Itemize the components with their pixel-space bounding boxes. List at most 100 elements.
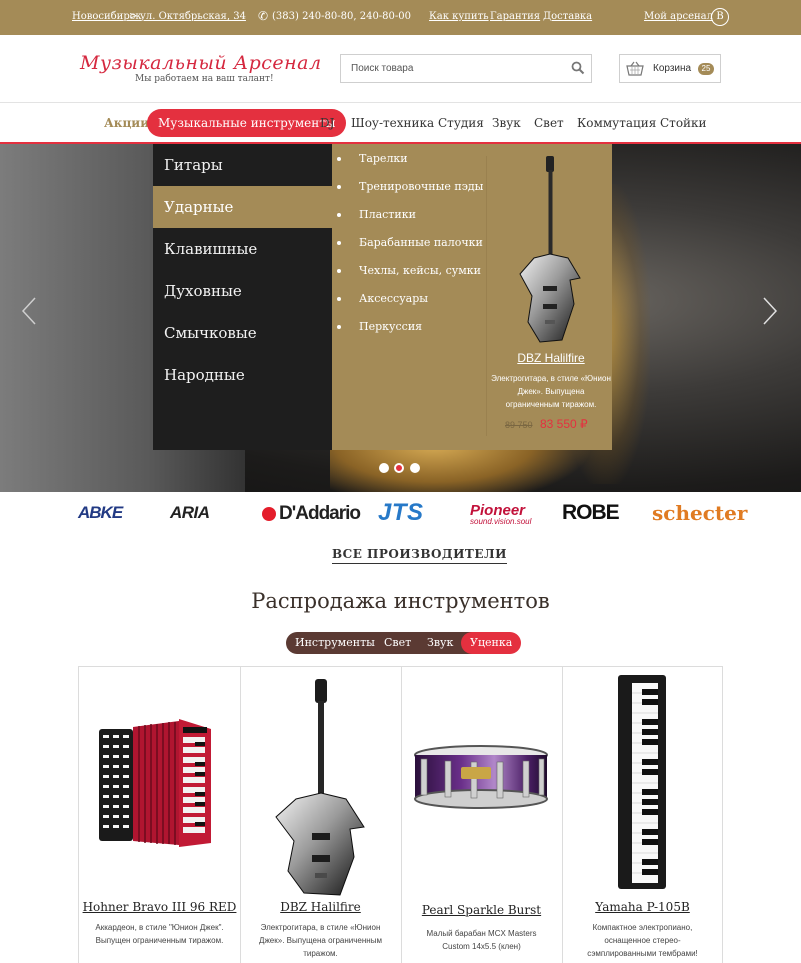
category-drums[interactable]: Ударные (153, 186, 332, 228)
brand-logo-jts[interactable]: JTS (378, 499, 424, 527)
bullet-icon (337, 269, 341, 273)
cart-button[interactable]: Корзина 25 (619, 54, 721, 83)
bullet-icon (337, 297, 341, 301)
subcategory-item[interactable]: Барабанные палочки (337, 236, 483, 249)
category-keyboards[interactable]: Клавишные (153, 228, 332, 270)
logo[interactable]: Музыкальный Арсенал (80, 52, 322, 74)
subcategory-item[interactable]: Перкуссия (337, 320, 423, 333)
product-card[interactable]: Pearl Sparkle Burst Малый барабан MCX Ma… (401, 667, 562, 963)
brand-logo-schecter[interactable]: schecter (652, 501, 747, 525)
product-name[interactable]: Yamaha P-105B (562, 900, 723, 914)
panel-divider (486, 156, 487, 436)
subcategory-label: Аксессуары (359, 292, 429, 305)
bullet-icon (337, 213, 341, 217)
product-name[interactable]: Pearl Sparkle Burst (401, 903, 562, 917)
search-box (340, 54, 592, 83)
bullet-icon (337, 325, 341, 329)
cart-count-badge: 25 (698, 63, 714, 75)
address-link[interactable]: ул. Октябрьская, 34 (140, 11, 246, 22)
nav-item-promo[interactable]: Акции (104, 116, 149, 130)
cart-label: Корзина (653, 63, 692, 74)
category-wind[interactable]: Духовные (153, 270, 332, 312)
brand-logo-aria[interactable]: ARIA (170, 503, 210, 523)
main-nav: Акции Музыкальные инструменты DJ Шоу-тех… (0, 108, 801, 138)
basket-icon (626, 61, 644, 76)
category-bowed[interactable]: Смычковые (153, 312, 332, 354)
sale-tabs: Инструменты Свет Звук Уценка (286, 632, 522, 654)
logo-tagline: Мы работаем на ваш талант! (135, 74, 274, 84)
subcategory-item[interactable]: Чехлы, кейсы, сумки (337, 264, 481, 277)
slider-dot-2[interactable] (394, 463, 404, 473)
nav-item-light[interactable]: Свет (534, 116, 564, 130)
menu-promo-card[interactable]: DBZ Halilfire Электрогитара, в стиле «Юн… (491, 144, 611, 450)
promo-new-price: 83 550 ₽ (540, 417, 588, 431)
electric-piano-image (618, 675, 666, 889)
my-account-link[interactable]: Мой арсенал (644, 11, 713, 22)
nav-item-commutation[interactable]: Коммутация (577, 116, 656, 130)
subcategory-label: Чехлы, кейсы, сумки (359, 264, 481, 277)
nav-item-show[interactable]: Шоу-техника (351, 116, 434, 130)
brand-logo-daddario[interactable]: D'Addario (262, 503, 361, 525)
how-to-buy-link[interactable]: Как купить (429, 11, 489, 22)
subcategory-item[interactable]: Тарелки (337, 152, 408, 165)
nav-item-stands[interactable]: Стойки (660, 116, 707, 130)
nav-item-sound[interactable]: Звук (492, 116, 521, 130)
daddario-mark-icon (262, 507, 276, 521)
subcategory-label: Тренировочные пэды (359, 180, 484, 193)
promo-product-name[interactable]: DBZ Halilfire (491, 351, 611, 365)
tab-sound[interactable]: Звук (427, 632, 453, 654)
phone-icon: ✆ (258, 9, 269, 23)
product-grid: Hohner Bravo III 96 RED Аккардеон, в сти… (78, 666, 723, 963)
guitar-image (275, 679, 365, 896)
product-description: Электрогитара, в стиле «Юнион Джек». Вып… (259, 923, 382, 958)
slider-prev-icon[interactable] (21, 296, 37, 326)
tab-instruments[interactable]: Инструменты (295, 632, 375, 654)
product-card[interactable]: Yamaha P-105B Компактное электропиано, о… (562, 667, 723, 963)
brand-logo-robe[interactable]: ROBE (562, 501, 620, 525)
slider-dot-1[interactable] (379, 463, 389, 473)
product-description: Малый барабан MCX Masters Custom 14x5.5 … (426, 929, 537, 951)
subcategory-item[interactable]: Аксессуары (337, 292, 429, 305)
product-name[interactable]: Hohner Bravo III 96 RED (79, 900, 240, 914)
breadcrumb-arrow: > (129, 11, 138, 22)
subcategory-label: Тарелки (359, 152, 408, 165)
subcategory-label: Перкуссия (359, 320, 423, 333)
phone-numbers: (383) 240-80-80, 240-80-00 (272, 11, 412, 22)
bullet-icon (337, 185, 341, 189)
product-card[interactable]: Hohner Bravo III 96 RED Аккардеон, в сти… (79, 667, 240, 963)
slider-dot-3[interactable] (410, 463, 420, 473)
nav-item-studio[interactable]: Студия (438, 116, 484, 130)
category-menu: Гитары Ударные Клавишные Духовные Смычко… (153, 144, 332, 450)
search-icon[interactable] (571, 61, 585, 75)
pioneer-tagline: sound.vision.soul (470, 517, 532, 526)
product-description: Аккардеон, в стиле "Юнион Джек". Выпущен… (95, 923, 224, 945)
tab-markdown[interactable]: Уценка (461, 632, 522, 654)
product-name[interactable]: DBZ Halilfire (240, 900, 401, 914)
search-input[interactable] (341, 55, 561, 82)
subcategory-item[interactable]: Пластики (337, 208, 416, 221)
brand-name: D'Addario (279, 503, 361, 524)
category-guitars[interactable]: Гитары (153, 144, 332, 186)
tab-light[interactable]: Свет (384, 632, 411, 654)
all-producers-link[interactable]: ВСЕ ПРОИЗВОДИТЕЛИ (332, 547, 507, 564)
slider-next-icon[interactable] (762, 296, 778, 326)
nav-item-dj[interactable]: DJ (320, 116, 334, 130)
accordion-image (99, 719, 211, 847)
sale-section-title: Распродажа инструментов (251, 589, 550, 613)
nav-item-instruments[interactable]: Музыкальные инструменты (147, 109, 347, 137)
guitar-image (519, 156, 581, 343)
bullet-icon (337, 157, 341, 161)
snare-drum-image (414, 745, 548, 809)
login-icon[interactable]: В (711, 8, 729, 26)
promo-old-price: 89 750 (505, 420, 533, 430)
guarantee-link[interactable]: Гарантия (490, 11, 540, 22)
subcategory-item[interactable]: Тренировочные пэды (337, 180, 484, 193)
product-card[interactable]: DBZ Halilfire Электрогитара, в стиле «Юн… (240, 667, 401, 963)
promo-product-description: Электрогитара, в стиле «Юнион Джек». Вып… (491, 374, 611, 409)
brand-logo-abke[interactable]: ABKE (78, 503, 123, 523)
delivery-link[interactable]: Доставка (543, 11, 592, 22)
header-divider (0, 102, 801, 103)
category-folk[interactable]: Народные (153, 354, 332, 396)
subcategory-label: Пластики (359, 208, 416, 221)
subcategory-label: Барабанные палочки (359, 236, 483, 249)
